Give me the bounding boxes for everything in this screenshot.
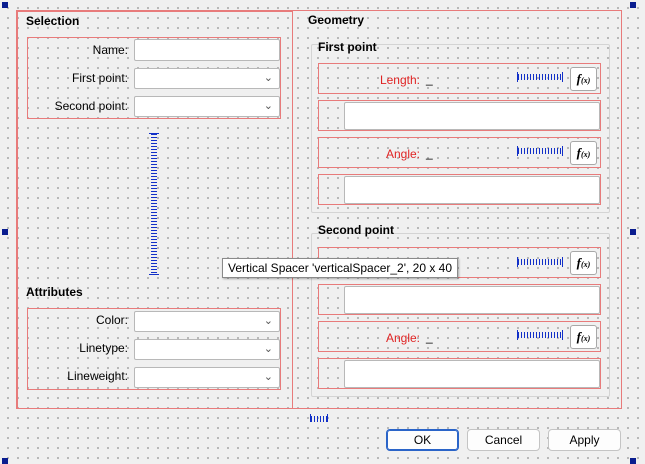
- length-expression-button[interactable]: f(x): [570, 67, 597, 91]
- first-point-label: First point:: [71, 71, 128, 85]
- name-label: Name:: [92, 43, 128, 57]
- first-angle-extra-input[interactable]: [344, 176, 600, 204]
- function-icon: f(x): [576, 145, 591, 160]
- function-icon: f(x): [576, 255, 591, 270]
- second-point-title: Second point: [318, 223, 394, 237]
- length-value[interactable]: _: [426, 72, 433, 86]
- chevron-down-icon: ⌄: [263, 100, 273, 112]
- first-angle-value[interactable]: _: [426, 146, 433, 160]
- ok-button[interactable]: OK: [386, 429, 459, 451]
- selection-title: Selection: [26, 14, 80, 28]
- function-icon: f(x): [576, 71, 591, 86]
- second-point-extra-input[interactable]: [344, 286, 600, 314]
- horizontal-spacer: [517, 72, 563, 82]
- function-icon: f(x): [576, 329, 591, 344]
- linetype-label: Linetype:: [79, 341, 128, 355]
- horizontal-spacer: [517, 330, 563, 340]
- spacer-tooltip: Vertical Spacer 'verticalSpacer_2', 20 x…: [222, 258, 459, 278]
- first-point-extra-input[interactable]: [344, 102, 600, 130]
- second-angle-label: Angle:: [385, 331, 420, 345]
- second-point-label: Second point:: [54, 99, 128, 113]
- resize-handle-middle-left[interactable]: [2, 229, 8, 235]
- color-combobox[interactable]: ⌄: [134, 311, 280, 332]
- second-length-expression-button[interactable]: f(x): [570, 251, 597, 275]
- color-label: Color:: [95, 313, 128, 327]
- resize-handle-top-left[interactable]: [2, 2, 8, 8]
- lineweight-combobox[interactable]: ⌄: [134, 367, 280, 388]
- bottom-spacer[interactable]: [310, 414, 328, 422]
- first-point-title: First point: [318, 40, 377, 54]
- length-label: Length:: [379, 73, 420, 87]
- attributes-title: Attributes: [26, 285, 83, 299]
- second-point-combobox[interactable]: ⌄: [134, 96, 280, 117]
- chevron-down-icon: ⌄: [263, 315, 273, 327]
- resize-handle-bottom-left[interactable]: [2, 458, 8, 464]
- chevron-down-icon: ⌄: [263, 371, 273, 383]
- resize-handle-top-right[interactable]: [630, 2, 636, 8]
- first-angle-expression-button[interactable]: f(x): [570, 141, 597, 165]
- lineweight-label: Lineweight:: [67, 369, 128, 383]
- vertical-spacer[interactable]: [149, 133, 159, 275]
- second-angle-extra-input[interactable]: [344, 360, 600, 388]
- cancel-button[interactable]: Cancel: [467, 429, 540, 451]
- apply-button[interactable]: Apply: [548, 429, 621, 451]
- first-angle-label: Angle:: [385, 147, 420, 161]
- chevron-down-icon: ⌄: [263, 343, 273, 355]
- linetype-combobox[interactable]: ⌄: [134, 339, 280, 360]
- first-point-combobox[interactable]: ⌄: [134, 68, 280, 89]
- horizontal-spacer: [517, 257, 563, 267]
- second-angle-expression-button[interactable]: f(x): [570, 325, 597, 349]
- chevron-down-icon: ⌄: [263, 72, 273, 84]
- geometry-title: Geometry: [308, 13, 365, 27]
- name-input[interactable]: [134, 39, 280, 61]
- resize-handle-bottom-right[interactable]: [630, 458, 636, 464]
- resize-handle-middle-right[interactable]: [630, 229, 636, 235]
- second-angle-value[interactable]: _: [426, 330, 433, 344]
- horizontal-spacer: [517, 146, 563, 156]
